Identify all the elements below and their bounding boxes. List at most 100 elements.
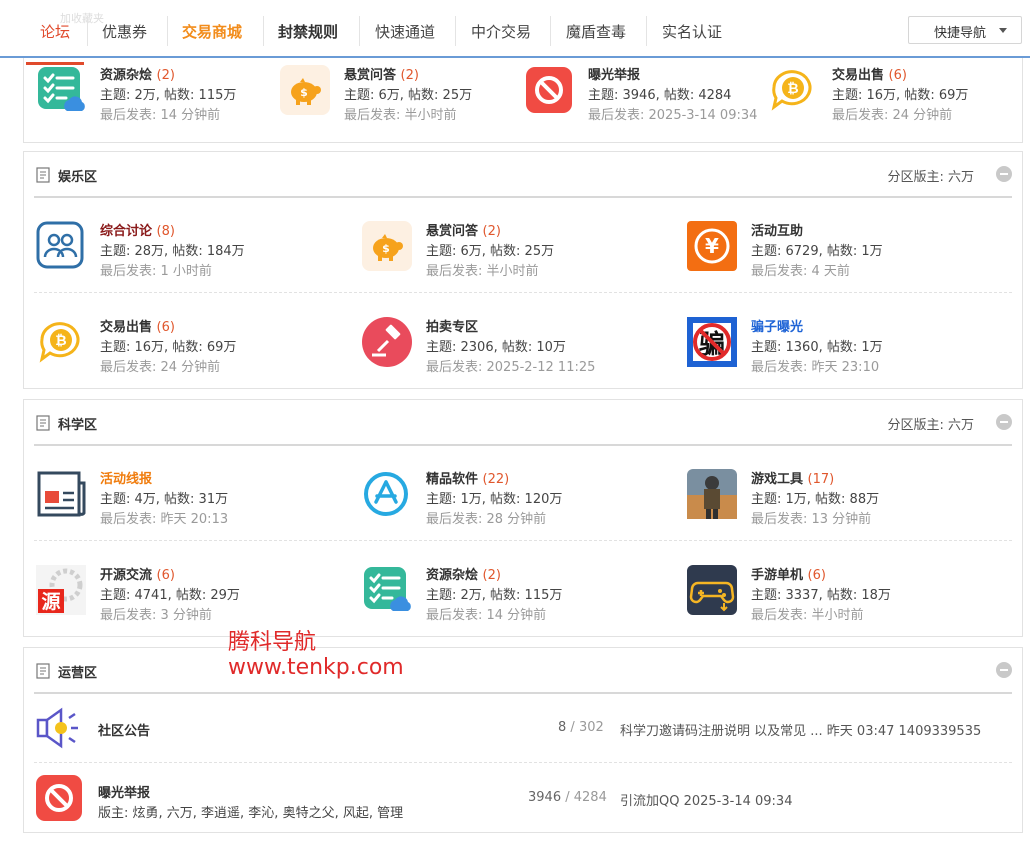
forum-stats: 主题: 3946, 帖数: 4284 — [588, 88, 732, 103]
watermark-title: 腾科导航 — [228, 630, 317, 655]
forum-name[interactable]: 悬赏问答 (2) — [344, 64, 419, 83]
forum-name[interactable]: 资源杂烩 (2) — [100, 64, 175, 83]
forum-row[interactable]: 社区公告 8 / 302 科学刀邀请码注册说明 以及常见 ... 昨天 03:4… — [34, 694, 1012, 762]
forum-name[interactable]: 精品软件 (22) — [426, 468, 509, 487]
forum-name[interactable]: 曝光举报 — [588, 64, 640, 83]
forum-name[interactable]: 综合讨论 (8) — [100, 220, 175, 239]
forum-name[interactable]: 资源杂烩 (2) — [426, 564, 501, 583]
nav-tab-marketplace[interactable]: 交易商城 — [182, 21, 242, 42]
nav-tab-forum[interactable]: 论坛 — [25, 21, 85, 65]
no-scam-icon: 骗 — [687, 317, 737, 367]
forum-last-post: 最后发表: 昨天 20:13 — [100, 512, 229, 527]
forum-name[interactable]: 手游单机 (6) — [751, 564, 826, 583]
forum-stats: 主题: 28万, 帖数: 184万 — [100, 244, 245, 259]
forum-item[interactable]: 游戏工具 (17) 主题: 1万, 帖数: 88万 最后发表: 13 分钟前 — [687, 464, 987, 527]
forum-name[interactable]: 活动互助 — [751, 220, 803, 239]
nav-tab-escrow[interactable]: 中介交易 — [471, 21, 531, 42]
forum-section-entertainment: 娱乐区 分区版主: 六万 综合讨论 (8) 主题: 28万, 帖数: 184万 … — [23, 151, 1023, 389]
nav-divider — [359, 16, 360, 46]
forum-item[interactable]: 交易出售 (6) 主题: 16万, 帖数: 69万 最后发表: 24 分钟前 — [36, 312, 336, 375]
forum-stats: 主题: 4万, 帖数: 31万 — [100, 492, 229, 507]
forum-last-post[interactable]: 科学刀邀请码注册说明 以及常见 ... 昨天 03:47 1409339535 — [620, 720, 981, 739]
forum-counts: 8 / 302 — [558, 720, 604, 735]
app-store-icon — [364, 472, 408, 516]
forum-stats: 主题: 4741, 帖数: 29万 — [100, 588, 240, 603]
forum-name[interactable]: 悬赏问答 (2) — [426, 220, 501, 239]
nav-divider — [87, 16, 88, 46]
document-icon — [36, 663, 50, 679]
megaphone-icon — [36, 707, 78, 749]
forum-item[interactable]: 源 开源交流 (6) 主题: 4741, 帖数: 29万 最后发表: 3 分钟前 — [36, 560, 336, 623]
row-divider — [34, 292, 1012, 293]
nav-tab-ban-rules[interactable]: 封禁规则 — [278, 21, 338, 42]
chevron-down-icon — [999, 28, 1007, 33]
section-title: 运营区 — [58, 666, 98, 681]
nav-divider — [263, 16, 264, 46]
quick-nav-dropdown[interactable]: 快捷导航 — [908, 16, 1022, 44]
forum-name[interactable]: 开源交流 (6) — [100, 564, 175, 583]
nav-divider — [167, 16, 168, 46]
nav-divider — [646, 16, 647, 46]
section-moderator: 分区版主: 六万 — [887, 170, 974, 185]
forum-last-post: 最后发表: 24 分钟前 — [100, 360, 221, 375]
forum-stats: 主题: 2万, 帖数: 115万 — [100, 88, 237, 103]
collapse-button[interactable] — [996, 414, 1012, 430]
nav-tab-coupons[interactable]: 优惠券 — [102, 21, 147, 42]
game-character-icon — [687, 469, 737, 519]
forum-name[interactable]: 拍卖专区 — [426, 316, 478, 335]
forum-moderators[interactable]: 版主: 炫勇, 六万, 李逍遥, 李沁, 奥特之父, 风起, 管理 — [98, 802, 403, 821]
forum-stats: 主题: 6729, 帖数: 1万 — [751, 244, 883, 259]
forum-row[interactable]: 曝光举报 版主: 炫勇, 六万, 李逍遥, 李沁, 奥特之父, 风起, 管理 3… — [34, 764, 1012, 832]
forum-name[interactable]: 交易出售 (6) — [100, 316, 175, 335]
collapse-button[interactable] — [996, 662, 1012, 678]
forum-item[interactable]: 拍卖专区 主题: 2306, 帖数: 10万 最后发表: 2025-2-12 1… — [362, 312, 662, 375]
forum-last-post: 最后发表: 2025-2-12 11:25 — [426, 360, 596, 375]
forum-last-post: 最后发表: 半小时前 — [426, 264, 539, 279]
nav-tab-virus-scan[interactable]: 魔盾查毒 — [566, 21, 626, 42]
forum-last-post: 最后发表: 28 分钟前 — [426, 512, 547, 527]
forum-stats: 主题: 16万, 帖数: 69万 — [100, 340, 237, 355]
newspaper-icon — [37, 471, 86, 517]
forum-last-post: 最后发表: 3 分钟前 — [100, 608, 212, 623]
forum-name[interactable]: 活动线报 — [100, 468, 152, 487]
forum-last-post: 最后发表: 13 分钟前 — [751, 512, 872, 527]
checklist-cloud-icon — [362, 565, 412, 615]
quick-nav-label: 快捷导航 — [934, 26, 987, 41]
forum-item[interactable]: 悬赏问答 (2) 主题: 6万, 帖数: 25万 最后发表: 半小时前 — [362, 216, 662, 279]
collapse-button[interactable] — [996, 166, 1012, 182]
forum-name[interactable]: 曝光举报 — [98, 782, 150, 801]
group-discussion-icon — [36, 221, 84, 269]
forum-section-science: 科学区 分区版主: 六万 活动线报 主题: 4万, 帖数: 31万 最后发表: … — [23, 399, 1023, 637]
forum-item[interactable]: 骗 骗子曝光 主题: 1360, 帖数: 1万 最后发表: 昨天 23:10 — [687, 312, 987, 375]
section-header: 运营区 — [34, 648, 1012, 694]
forum-last-post: 最后发表: 4 天前 — [751, 264, 850, 279]
forum-item[interactable]: 手游单机 (6) 主题: 3337, 帖数: 18万 最后发表: 半小时前 — [687, 560, 987, 623]
forum-item[interactable]: 资源杂烩 (2) 主题: 2万, 帖数: 115万 最后发表: 14 分钟前 — [362, 560, 662, 623]
forum-last-post: 最后发表: 14 分钟前 — [426, 608, 547, 623]
forum-stats: 主题: 16万, 帖数: 69万 — [832, 88, 969, 103]
forum-item[interactable]: 综合讨论 (8) 主题: 28万, 帖数: 184万 最后发表: 1 小时前 — [36, 216, 336, 279]
forum-stats: 主题: 1360, 帖数: 1万 — [751, 340, 883, 355]
forum-item[interactable]: 精品软件 (22) 主题: 1万, 帖数: 120万 最后发表: 28 分钟前 — [362, 464, 662, 527]
forum-name[interactable]: 游戏工具 (17) — [751, 468, 834, 487]
forum-last-post[interactable]: 引流加QQ 2025-3-14 09:34 — [620, 790, 792, 809]
section-header: 科学区 分区版主: 六万 — [34, 400, 1012, 446]
document-icon — [36, 167, 50, 183]
forum-stats: 主题: 1万, 帖数: 88万 — [751, 492, 880, 507]
forum-name[interactable]: 骗子曝光 — [751, 316, 803, 335]
row-divider — [34, 762, 1012, 763]
forum-last-post: 最后发表: 1 小时前 — [100, 264, 212, 279]
nav-tab-quick-access[interactable]: 快速通道 — [375, 21, 435, 42]
forum-item[interactable]: ¥ 活动互助 主题: 6729, 帖数: 1万 最后发表: 4 天前 — [687, 216, 987, 279]
forum-last-post: 最后发表: 24 分钟前 — [832, 108, 953, 123]
forum-name[interactable]: 交易出售 (6) — [832, 64, 907, 83]
nav-tab-verification[interactable]: 实名认证 — [662, 21, 722, 42]
forum-stats: 主题: 2306, 帖数: 10万 — [426, 340, 566, 355]
bitcoin-bubble-icon — [36, 317, 86, 367]
forum-last-post: 最后发表: 昨天 23:10 — [751, 360, 880, 375]
forum-name[interactable]: 社区公告 — [98, 720, 150, 739]
forum-item[interactable]: 活动线报 主题: 4万, 帖数: 31万 最后发表: 昨天 20:13 — [36, 464, 336, 527]
nav-divider — [455, 16, 456, 46]
forum-item[interactable]: 交易出售 (6) 主题: 16万, 帖数: 69万 最后发表: 24 分钟前 — [768, 60, 1030, 123]
ban-icon — [34, 773, 84, 823]
